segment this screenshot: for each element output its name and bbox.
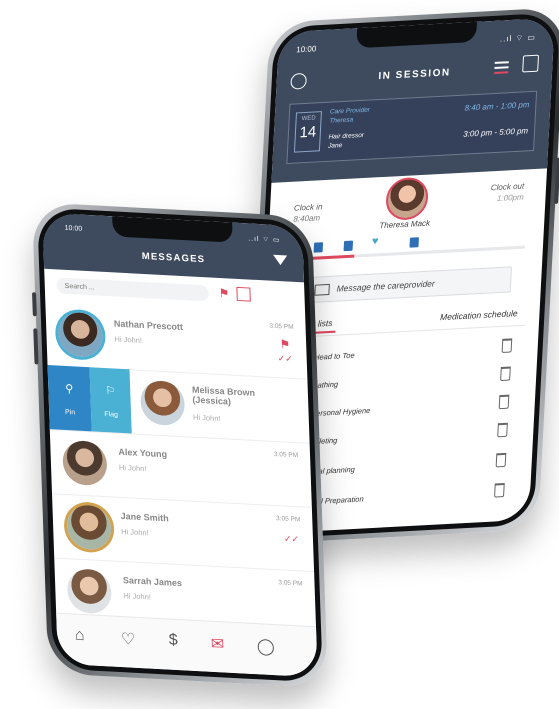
status-time: 10:00 (296, 44, 317, 55)
message-time: 3:05 PM (278, 579, 303, 588)
badge-icon (343, 240, 354, 252)
filter-icon[interactable] (273, 254, 288, 266)
clock-in-time: 8:40am (293, 213, 321, 224)
messages-screen: 10:00 ..ıl ⌔ ▭ MESSAGES ⚑ Nathan Prescot… (42, 212, 318, 678)
message-button-label: Message the careprovider (336, 278, 436, 294)
date-badge: WED 14 (293, 111, 322, 153)
session-progress (291, 245, 526, 261)
message-time: 3:05 PM (269, 322, 294, 331)
profile-icon[interactable]: ◯ (256, 636, 275, 657)
clock-in-label: Clock in (293, 202, 323, 213)
flag-icon: ⚑ (279, 337, 291, 352)
avatar (384, 176, 430, 221)
care-hand-icon[interactable]: ♡ (121, 629, 136, 650)
caregiver-role: Care Provider (329, 106, 371, 116)
message-preview: Hi John! (123, 591, 152, 602)
badge-icon (313, 242, 324, 253)
power-button (554, 157, 559, 204)
page-title: IN SESSION (378, 67, 451, 83)
task-label: Personal Hygiene (310, 405, 371, 419)
flag-label: Flag (104, 410, 119, 419)
mail-icon[interactable]: ✉ (211, 634, 225, 655)
task-row[interactable]: ● Personal Hygiene (289, 394, 510, 427)
service-time: 3:00 pm - 5:00 pm (463, 126, 529, 139)
trash-icon[interactable] (498, 394, 510, 410)
flag-action-button[interactable]: ⚐ Flag (89, 367, 132, 434)
envelope-icon (314, 283, 330, 296)
message-time: 3:05 PM (275, 515, 301, 524)
avatar (57, 311, 104, 358)
pin-action-button[interactable]: ⚲ Pin (47, 364, 92, 432)
calendar-icon[interactable] (522, 54, 540, 73)
read-check-icon: ✓✓ (283, 533, 300, 545)
service-name: Jane (327, 142, 343, 150)
task-tabs: Task lists Medication schedule (283, 308, 526, 337)
volume-button (33, 328, 39, 365)
avatar (62, 439, 108, 487)
task-row[interactable]: ⚕ Head to Toe (292, 338, 513, 370)
clock-out-label[interactable]: Clock out (491, 182, 525, 193)
pin-icon: ⚲ (65, 382, 74, 396)
caregiver-time: 8:40 am - 1:00 pm (464, 100, 530, 113)
status-icons: ..ıl ⌔ ▭ (248, 235, 281, 245)
avatar (66, 504, 112, 551)
volume-button (32, 292, 37, 317)
message-preview: Hi John! (121, 526, 149, 538)
message-careprovider-button[interactable]: Message the careprovider (300, 266, 513, 304)
message-preview: Hi John! (192, 412, 221, 424)
book-icon (409, 237, 419, 248)
appointment-card[interactable]: WED 14 Care Provider Theresa 8:40 am - 1… (286, 90, 538, 165)
caregiver-name: Theresa (329, 116, 354, 125)
list-icon[interactable] (494, 58, 511, 75)
pin-label: Pin (64, 408, 76, 417)
weekday: WED (301, 115, 316, 123)
page-title: MESSAGES (141, 250, 206, 266)
message-preview: Hi John! (118, 462, 147, 474)
task-row[interactable]: ♙ Toileting (287, 422, 508, 455)
read-check-icon: ✓✓ (277, 353, 293, 364)
flag-icon[interactable]: ⚑ (218, 286, 229, 301)
flag-icon: ⚐ (105, 385, 116, 398)
contact-name: Nathan Prescott (113, 318, 184, 333)
task-label: Head to Toe (313, 350, 355, 362)
clock-out-time: 1:00pm (496, 192, 524, 204)
search-input[interactable] (56, 277, 209, 302)
heart-icon: ♥ (371, 235, 379, 248)
day-number: 14 (299, 123, 317, 142)
trash-icon[interactable] (501, 338, 513, 353)
avatar (66, 568, 113, 615)
trash-icon[interactable] (495, 452, 507, 468)
tab-medication-schedule[interactable]: Medication schedule (440, 308, 518, 322)
archive-icon[interactable] (236, 286, 251, 302)
trash-icon[interactable] (497, 422, 508, 438)
service-role: Hair dressor (328, 131, 365, 141)
message-preview: Hi John! (114, 334, 143, 345)
status-icons: ..ıl ⌔ ▭ (499, 32, 537, 44)
provider-name: Theresa Mack (379, 218, 431, 231)
home-icon[interactable]: ⌂ (75, 627, 85, 646)
avatar (139, 379, 186, 427)
dollar-icon[interactable]: $ (169, 632, 179, 651)
contact-name: Sarrah James (122, 575, 183, 589)
trash-icon[interactable] (500, 366, 511, 382)
status-time: 10:00 (64, 224, 83, 233)
trash-icon[interactable] (494, 482, 505, 498)
contact-name: Jane Smith (120, 510, 169, 524)
contact-name: Melissa Brown (Jessica) (191, 384, 256, 407)
contact-name: Alex Young (118, 446, 168, 460)
task-row[interactable]: ♨ Bathing (290, 366, 511, 399)
messages-phone: 10:00 ..ıl ⌔ ▭ MESSAGES ⚑ Nathan Prescot… (31, 202, 329, 688)
message-time: 3:05 PM (273, 450, 299, 460)
